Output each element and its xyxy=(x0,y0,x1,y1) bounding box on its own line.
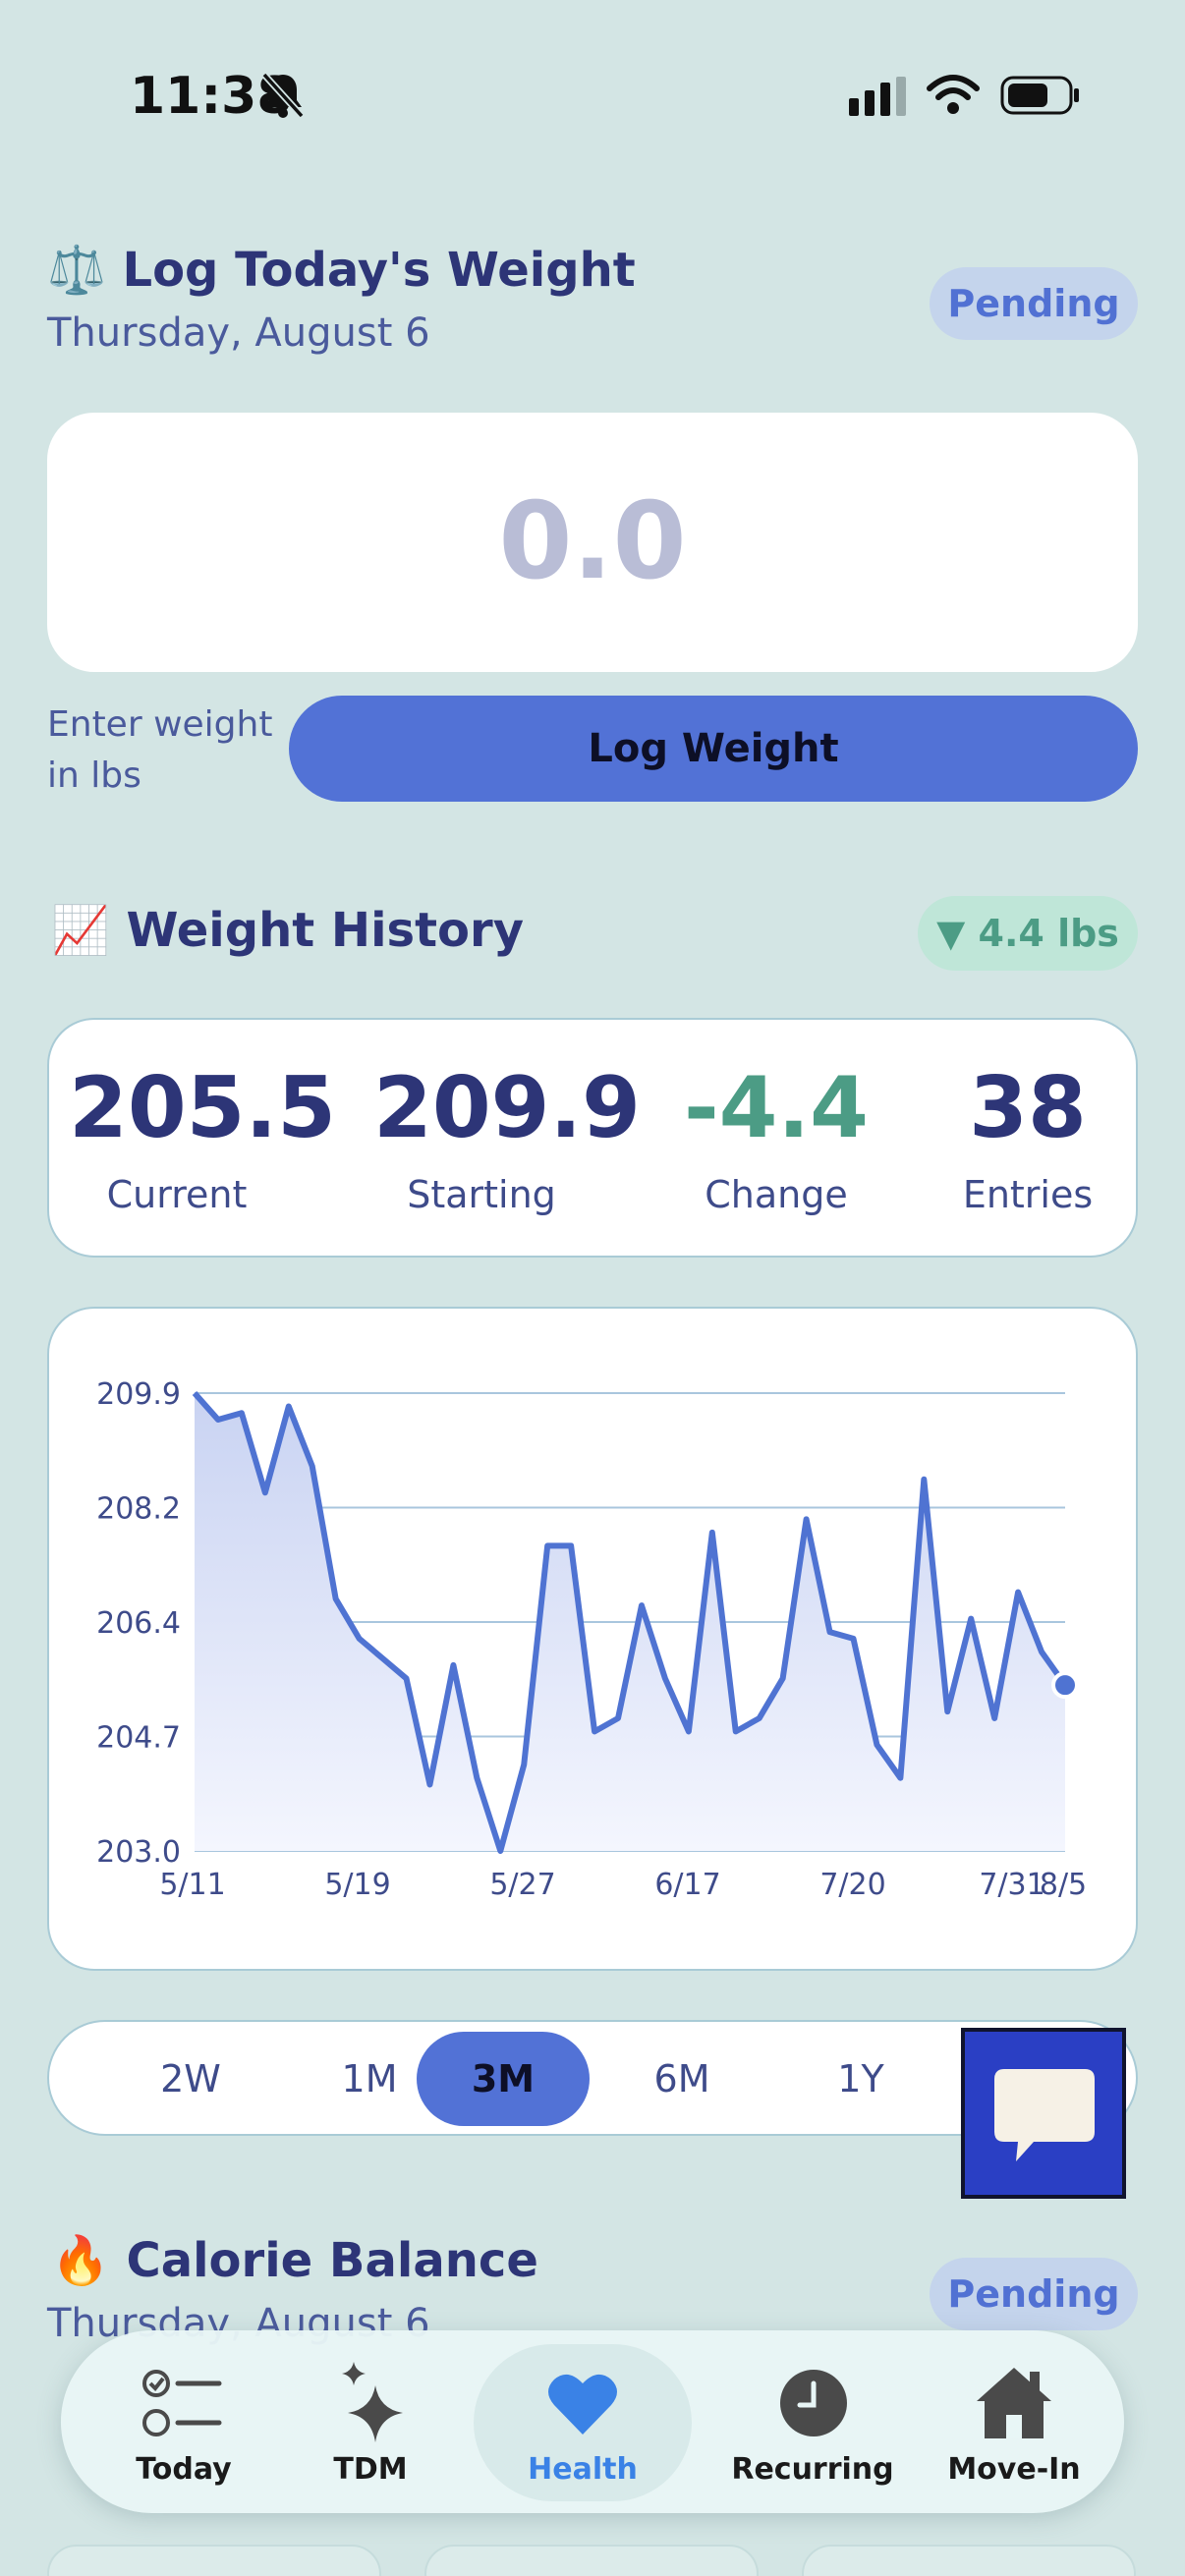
y-tick-label: 206.4 xyxy=(96,1606,181,1641)
partial-card xyxy=(802,2545,1136,2576)
x-tick-label: 6/17 xyxy=(654,1868,720,1902)
range-option-3m[interactable]: 3M xyxy=(417,2032,590,2126)
x-tick-label: 8/5 xyxy=(1040,1868,1087,1902)
partial-card xyxy=(47,2545,381,2576)
tab-recurring-label: Recurring xyxy=(731,2452,894,2487)
x-tick-label: 5/19 xyxy=(324,1868,390,1902)
stat-change-value: -4.4 xyxy=(683,1059,870,1157)
stat-current-value: 205.5 xyxy=(69,1059,337,1157)
weight-chart-card: 209.9 208.2 206.4 204.7 203.0 5/11 5/19 5/27 6/1… xyxy=(47,1307,1138,1971)
x-tick-label: 7/20 xyxy=(819,1868,885,1902)
stat-change-label: Change xyxy=(705,1173,848,1216)
latest-point xyxy=(1051,1671,1079,1700)
tab-bar: Today TDM Health Recurring Move-In xyxy=(61,2330,1124,2513)
stat-starting-value: 209.9 xyxy=(373,1059,642,1157)
heart-icon xyxy=(548,2374,617,2435)
stat-entries-value: 38 xyxy=(969,1059,1087,1157)
tab-move-in-label: Move-In xyxy=(947,2452,1081,2487)
sparkles-icon xyxy=(342,2362,403,2442)
tab-recurring[interactable]: Recurring xyxy=(709,2330,916,2513)
x-tick-label: 5/27 xyxy=(489,1868,555,1902)
x-tick-label: 7/31 xyxy=(979,1868,1044,1902)
wifi-icon xyxy=(927,75,980,114)
range-option-2w[interactable]: 2W xyxy=(104,2032,277,2126)
weight-input[interactable]: 0.0 xyxy=(47,413,1138,672)
cellular-signal-icon xyxy=(849,77,906,116)
stat-starting-label: Starting xyxy=(407,1173,556,1216)
clock-icon xyxy=(780,2370,847,2436)
tab-health[interactable]: Health xyxy=(499,2330,666,2513)
log-weight-title-text: Log Today's Weight xyxy=(122,243,636,298)
y-tick-label: 208.2 xyxy=(96,1492,181,1527)
weight-delta-badge: ▼ 4.4 lbs xyxy=(918,896,1138,971)
y-tick-label: 209.9 xyxy=(96,1377,181,1412)
weight-history-title: 📈 Weight History xyxy=(51,902,524,958)
log-weight-title: ⚖️ Log Today's Weight xyxy=(47,242,636,298)
tab-tdm-label: TDM xyxy=(333,2452,408,2487)
calorie-balance-title: 🔥 Calorie Balance xyxy=(51,2232,538,2288)
range-option-1y[interactable]: 1Y xyxy=(774,2032,947,2126)
chat-bubble-icon xyxy=(994,2069,1095,2161)
calorie-balance-title-text: Calorie Balance xyxy=(126,2233,538,2288)
x-tick-label: 5/11 xyxy=(159,1868,225,1902)
tab-tdm[interactable]: TDM xyxy=(287,2330,454,2513)
y-tick-label: 204.7 xyxy=(96,1721,181,1756)
weight-line-chart: 209.9 208.2 206.4 204.7 203.05/11 5/19 5/27 6/1… xyxy=(96,1377,1087,1902)
scale-icon: ⚖️ xyxy=(47,243,106,298)
weight-stats-card: 205.5 Current 209.9 Starting -4.4 Change… xyxy=(47,1018,1138,1258)
log-weight-date: Thursday, August 6 xyxy=(47,310,430,356)
y-tick-label: 203.0 xyxy=(96,1835,181,1870)
tab-move-in[interactable]: Move-In xyxy=(926,2330,1102,2513)
bell-slash-icon xyxy=(261,72,305,119)
checklist-icon xyxy=(142,2370,222,2436)
tab-today-label: Today xyxy=(136,2452,232,2487)
chat-button[interactable] xyxy=(961,2028,1126,2199)
log-weight-button[interactable]: Log Weight xyxy=(289,696,1138,802)
weight-input-hint: Enter weight in lbs xyxy=(47,704,273,796)
partial-card xyxy=(424,2545,759,2576)
house-icon xyxy=(977,2368,1051,2438)
fire-icon: 🔥 xyxy=(51,2233,110,2288)
chart-increasing-icon: 📈 xyxy=(51,903,110,958)
weight-history-title-text: Weight History xyxy=(126,903,524,958)
range-option-6m[interactable]: 6M xyxy=(595,2032,768,2126)
stat-current-label: Current xyxy=(106,1173,248,1216)
calorie-balance-status-badge: Pending xyxy=(930,2258,1138,2330)
tab-today[interactable]: Today xyxy=(100,2330,267,2513)
stat-entries-label: Entries xyxy=(962,1173,1094,1216)
tab-health-label: Health xyxy=(528,2452,638,2487)
battery-icon xyxy=(1000,76,1079,115)
log-weight-status-badge: Pending xyxy=(930,267,1138,340)
